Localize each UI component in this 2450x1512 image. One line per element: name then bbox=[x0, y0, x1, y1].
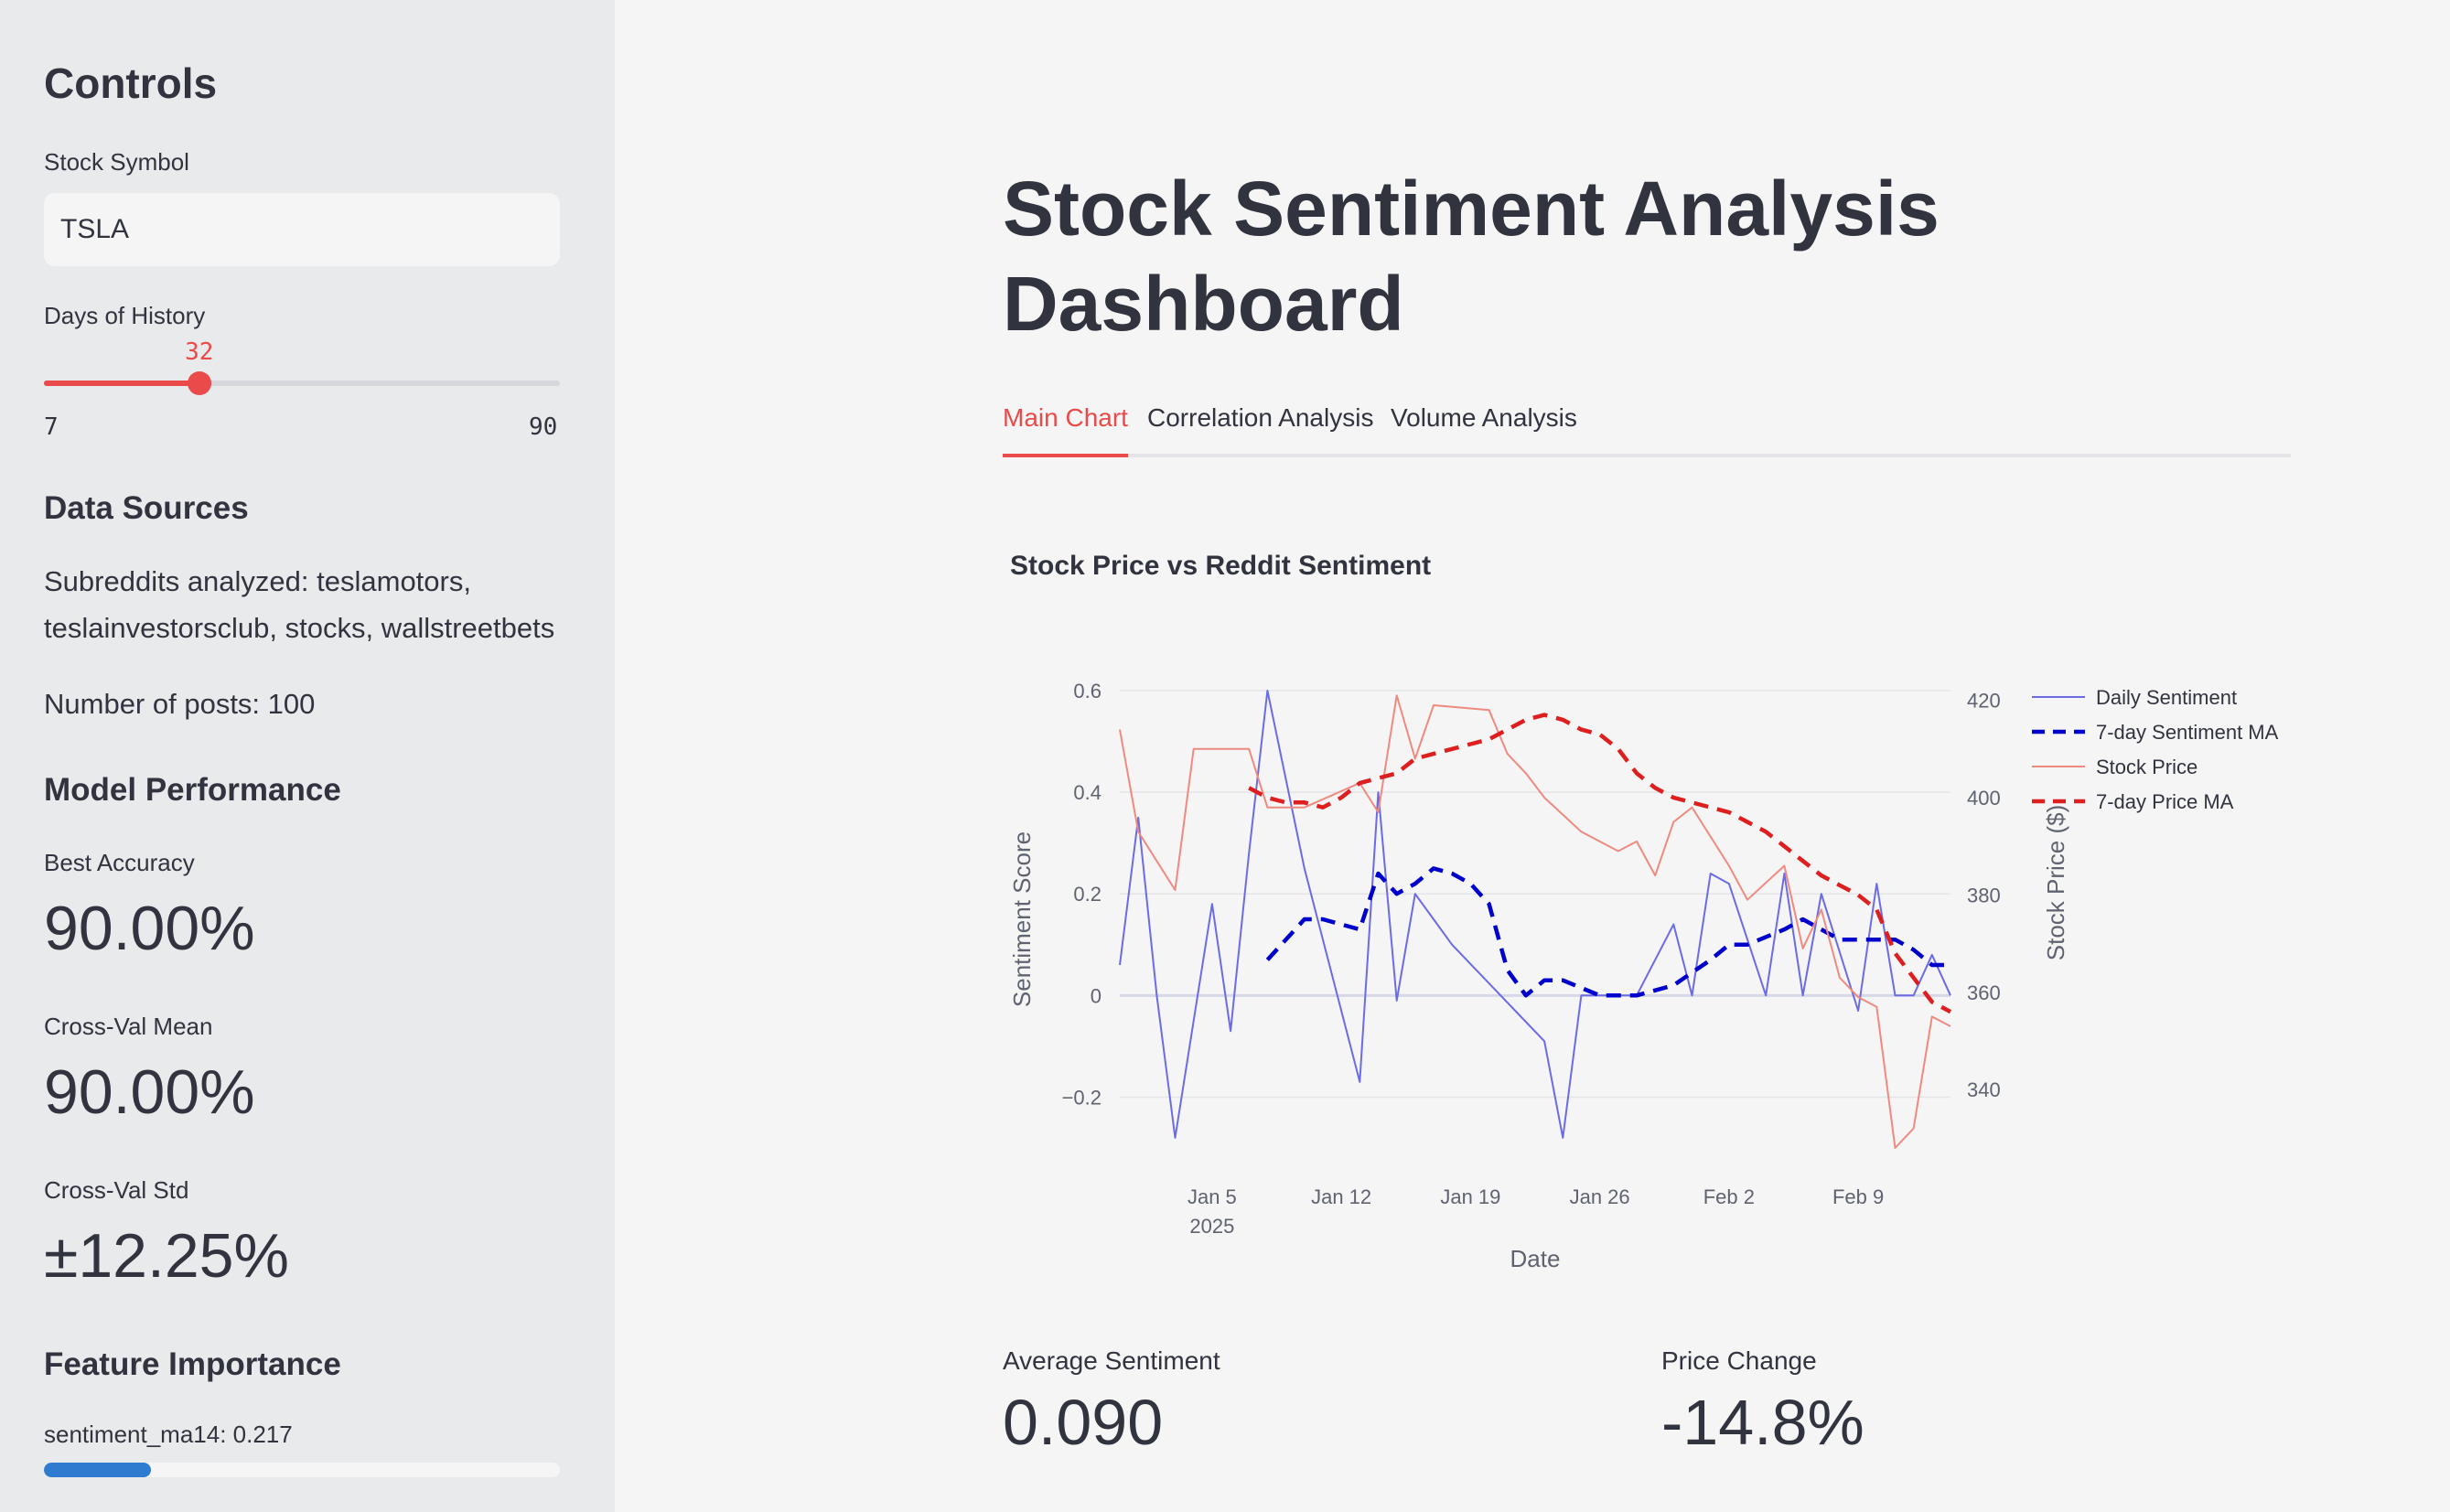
feature-importance-bar-fill bbox=[44, 1463, 152, 1477]
cross-val-std-value: ±12.25% bbox=[44, 1221, 289, 1291]
days-slider-value: 32 bbox=[185, 338, 214, 366]
y-tick-label: 0.2 bbox=[1073, 883, 1101, 906]
sidebar-title: Controls bbox=[44, 59, 218, 107]
x-tick-label: Feb 2 bbox=[1703, 1185, 1755, 1208]
y-tick-label: 0.4 bbox=[1073, 781, 1101, 804]
stock-price-line bbox=[1119, 694, 1951, 1149]
page-title: Stock Sentiment Analysis Dashboard bbox=[1003, 166, 1940, 347]
days-slider-fill bbox=[44, 381, 199, 386]
price-change-value: -14.8% bbox=[1661, 1387, 1864, 1458]
legend-item-label: Stock Price bbox=[2096, 756, 2197, 778]
y2-tick-label: 360 bbox=[1967, 981, 2001, 1004]
legend-item-label: 7-day Sentiment MA bbox=[2096, 721, 2279, 744]
x-tick-label: 2025 bbox=[1189, 1215, 1234, 1238]
days-slider-max: 90 bbox=[529, 413, 558, 441]
model-performance-heading: Model Performance bbox=[44, 772, 341, 808]
stock-symbol-label: Stock Symbol bbox=[44, 148, 189, 176]
y-tick-label: −0.2 bbox=[1062, 1086, 1101, 1109]
average-sentiment-label: Average Sentiment bbox=[1003, 1346, 1220, 1375]
price-change-label: Price Change bbox=[1661, 1346, 1817, 1375]
legend-item-label: 7-day Price MA bbox=[2096, 790, 2234, 813]
x-tick-label: Jan 5 bbox=[1187, 1185, 1237, 1208]
stock-symbol-input[interactable]: TSLA bbox=[44, 193, 560, 266]
y2-tick-label: 400 bbox=[1967, 787, 2001, 810]
cross-val-std-label: Cross-Val Std bbox=[44, 1176, 189, 1204]
x-tick-label: Feb 9 bbox=[1832, 1185, 1884, 1208]
x-axis-title: Date bbox=[1510, 1245, 1561, 1272]
tab-bar: Main Chart Correlation Analysis Volume A… bbox=[1003, 399, 2291, 457]
y2-tick-label: 340 bbox=[1967, 1078, 2001, 1101]
posts-count-text: Number of posts: 100 bbox=[44, 688, 316, 720]
y2-tick-label: 420 bbox=[1967, 690, 2001, 713]
days-slider-min: 7 bbox=[44, 413, 59, 441]
sidebar: Controls Stock Symbol TSLA Days of Histo… bbox=[0, 0, 615, 1512]
feature-importance-bar bbox=[44, 1463, 560, 1477]
cross-val-mean-label: Cross-Val Mean bbox=[44, 1013, 213, 1040]
y-tick-label: 0 bbox=[1091, 984, 1101, 1007]
x-tick-label: Jan 19 bbox=[1440, 1185, 1500, 1208]
feature-importance-heading: Feature Importance bbox=[44, 1346, 341, 1382]
x-tick-label: Jan 12 bbox=[1311, 1185, 1371, 1208]
price-sentiment-chart[interactable]: −0.2 0 0.2 0.4 0.6 340 360 380 400 420 Jan 5 2025 Ja… bbox=[1003, 640, 2357, 1299]
tab-main-chart[interactable]: Main Chart bbox=[1003, 399, 1128, 457]
y-tick-label: 0.6 bbox=[1073, 680, 1101, 702]
data-sources-heading: Data Sources bbox=[44, 490, 249, 526]
feature-importance-item-label: sentiment_ma14: 0.217 bbox=[44, 1421, 293, 1448]
days-slider[interactable] bbox=[44, 371, 560, 395]
y2-tick-label: 380 bbox=[1967, 884, 2001, 906]
best-accuracy-label: Best Accuracy bbox=[44, 849, 195, 876]
days-slider-handle[interactable] bbox=[187, 371, 211, 395]
y-axis-title: Sentiment Score bbox=[1008, 831, 1036, 1007]
tab-correlation-analysis[interactable]: Correlation Analysis bbox=[1147, 399, 1373, 457]
stock-symbol-value[interactable]: TSLA bbox=[60, 214, 129, 245]
tab-volume-analysis[interactable]: Volume Analysis bbox=[1391, 399, 1577, 457]
subreddits-text: Subreddits analyzed: teslamotors, teslai… bbox=[44, 565, 555, 644]
daily-sentiment-line bbox=[1119, 690, 1951, 1139]
y2-axis-title: Stock Price ($) bbox=[2042, 805, 2069, 961]
legend-item-label: Daily Sentiment bbox=[2096, 686, 2237, 709]
average-sentiment-value: 0.090 bbox=[1003, 1387, 1164, 1458]
x-tick-label: Jan 26 bbox=[1570, 1185, 1630, 1208]
chart-title: Stock Price vs Reddit Sentiment bbox=[1010, 551, 1432, 581]
days-of-history-label: Days of History bbox=[44, 302, 206, 329]
best-accuracy-value: 90.00% bbox=[44, 894, 255, 963]
cross-val-mean-value: 90.00% bbox=[44, 1057, 255, 1127]
